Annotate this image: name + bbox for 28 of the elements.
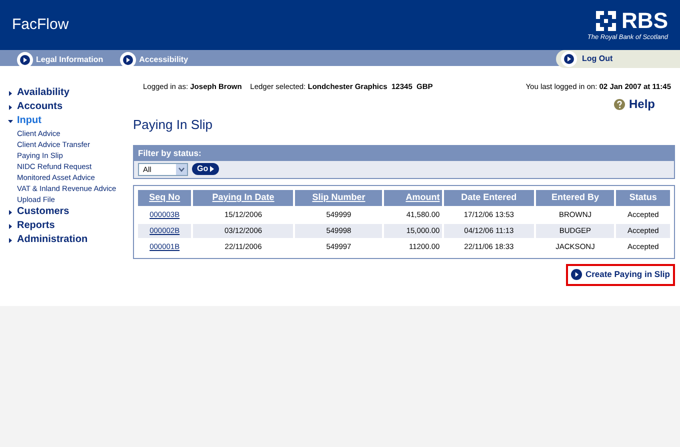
help-link[interactable]: Help [614, 95, 655, 114]
create-slip-link[interactable]: Create Paying in Slip [566, 264, 675, 286]
logo-text: RBS [622, 10, 668, 32]
caret-right-icon [8, 224, 13, 228]
column-header: Entered By [536, 190, 614, 206]
caret-right-icon [8, 238, 13, 242]
logout-tab[interactable]: Log Out [556, 50, 680, 68]
caret-right-icon [8, 90, 13, 96]
chevron-down-icon [176, 164, 187, 175]
go-button[interactable]: Go [192, 163, 220, 176]
column-header: Date Entered [444, 190, 534, 206]
page-title: Paying In Slip [133, 116, 214, 134]
menu-item[interactable]: Administration [8, 233, 125, 247]
caret-right-icon [8, 104, 13, 110]
caret-down-icon [8, 118, 13, 124]
caret-right-icon [8, 210, 13, 214]
app-title: FacFlow [12, 14, 69, 35]
menu-item[interactable]: Reports [8, 219, 125, 233]
help-icon [614, 98, 625, 110]
menu-item[interactable]: Availability [8, 86, 125, 100]
filter-title: Filter by status: [134, 146, 674, 161]
menu-item[interactable]: Accounts [8, 100, 125, 114]
logo-icon [594, 8, 618, 33]
caret-right-icon [210, 166, 214, 172]
column-header: Status [616, 190, 670, 206]
play-icon [571, 269, 582, 280]
menu-item[interactable]: Customers [8, 205, 125, 219]
menu-item[interactable]: Input [8, 114, 125, 128]
